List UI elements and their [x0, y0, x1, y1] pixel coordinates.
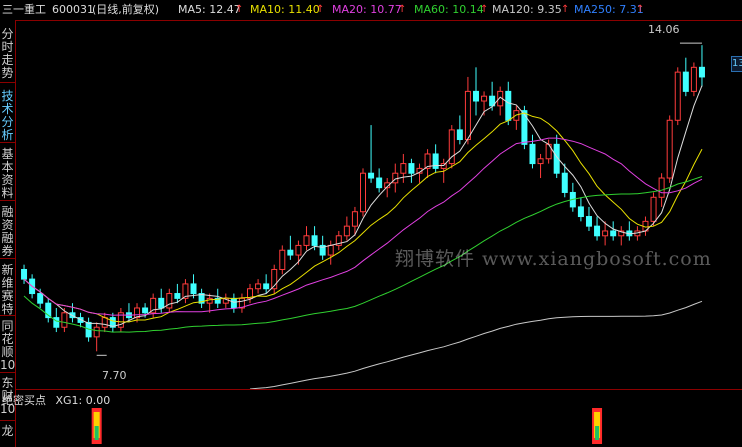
indicator-title: 绝密买点 XG1: 0.00 — [2, 392, 116, 408]
candle-body — [61, 312, 68, 328]
candle-body — [610, 230, 617, 237]
candle-body — [166, 293, 173, 309]
candle-body — [376, 177, 383, 189]
candle-body — [37, 293, 44, 304]
candle-body — [400, 163, 407, 174]
candle-body — [481, 95, 488, 102]
stock-chart-window: 三一重工 600031 (日线,前复权) MA5: 12.47 ↑ MA10: … — [0, 0, 742, 447]
candle-body — [537, 158, 544, 165]
candle-body — [690, 66, 697, 92]
candle-body — [158, 297, 165, 309]
candle-body — [650, 196, 657, 222]
signal-bar-green — [94, 426, 99, 440]
candle-body — [230, 297, 237, 309]
candle-body — [432, 153, 439, 169]
candle-body — [472, 90, 479, 102]
candle-body — [142, 307, 149, 314]
candle-body — [93, 326, 100, 338]
signal-bar-green — [595, 426, 600, 440]
indicator-name: 绝密买点 — [2, 394, 46, 407]
candle-body — [561, 172, 568, 193]
watermark-text: 翔博软件 www.xiangbosoft.com — [395, 248, 712, 270]
right-price-tab[interactable]: 13 — [731, 56, 742, 72]
candle-body — [327, 244, 334, 256]
candle-body — [343, 225, 350, 237]
candle-body — [311, 235, 318, 246]
candle-body — [101, 317, 108, 328]
candle-body — [190, 283, 197, 295]
candle-body — [456, 129, 463, 141]
candle-body — [408, 163, 415, 174]
candle-body — [21, 268, 28, 280]
candle-body — [303, 235, 310, 246]
candle-body — [521, 110, 528, 145]
candle-body — [464, 90, 471, 141]
candle-body — [53, 317, 60, 328]
candle-body — [682, 71, 689, 92]
low-price-label: 7.70 — [102, 369, 127, 382]
candle-body — [666, 119, 673, 179]
candle-body — [295, 244, 302, 256]
candle-body — [674, 71, 681, 121]
candle-body — [602, 230, 609, 237]
candle-body — [577, 206, 584, 218]
candle-body — [359, 172, 367, 213]
ma-line-ma120 — [249, 300, 703, 390]
candle-body — [351, 211, 358, 227]
candle-body — [368, 172, 375, 179]
candle-body — [174, 293, 181, 299]
indicator-separator — [15, 389, 742, 390]
ma-line-ma20 — [23, 137, 703, 316]
candle-body — [698, 66, 705, 78]
candle-body — [255, 283, 262, 290]
candle-body — [263, 283, 270, 290]
candle-body — [287, 249, 294, 256]
candle-body — [279, 249, 286, 270]
high-price-label: 14.06 — [648, 23, 680, 36]
candle-body — [585, 216, 592, 227]
indicator-value: XG1: 0.00 — [55, 394, 111, 407]
candle-body — [594, 225, 601, 237]
candle-body — [505, 90, 512, 121]
candle-body — [206, 297, 213, 304]
ma-line-ma10 — [23, 112, 703, 323]
candle-body — [392, 172, 399, 184]
candle-body — [658, 177, 665, 198]
candle-body — [529, 143, 536, 165]
